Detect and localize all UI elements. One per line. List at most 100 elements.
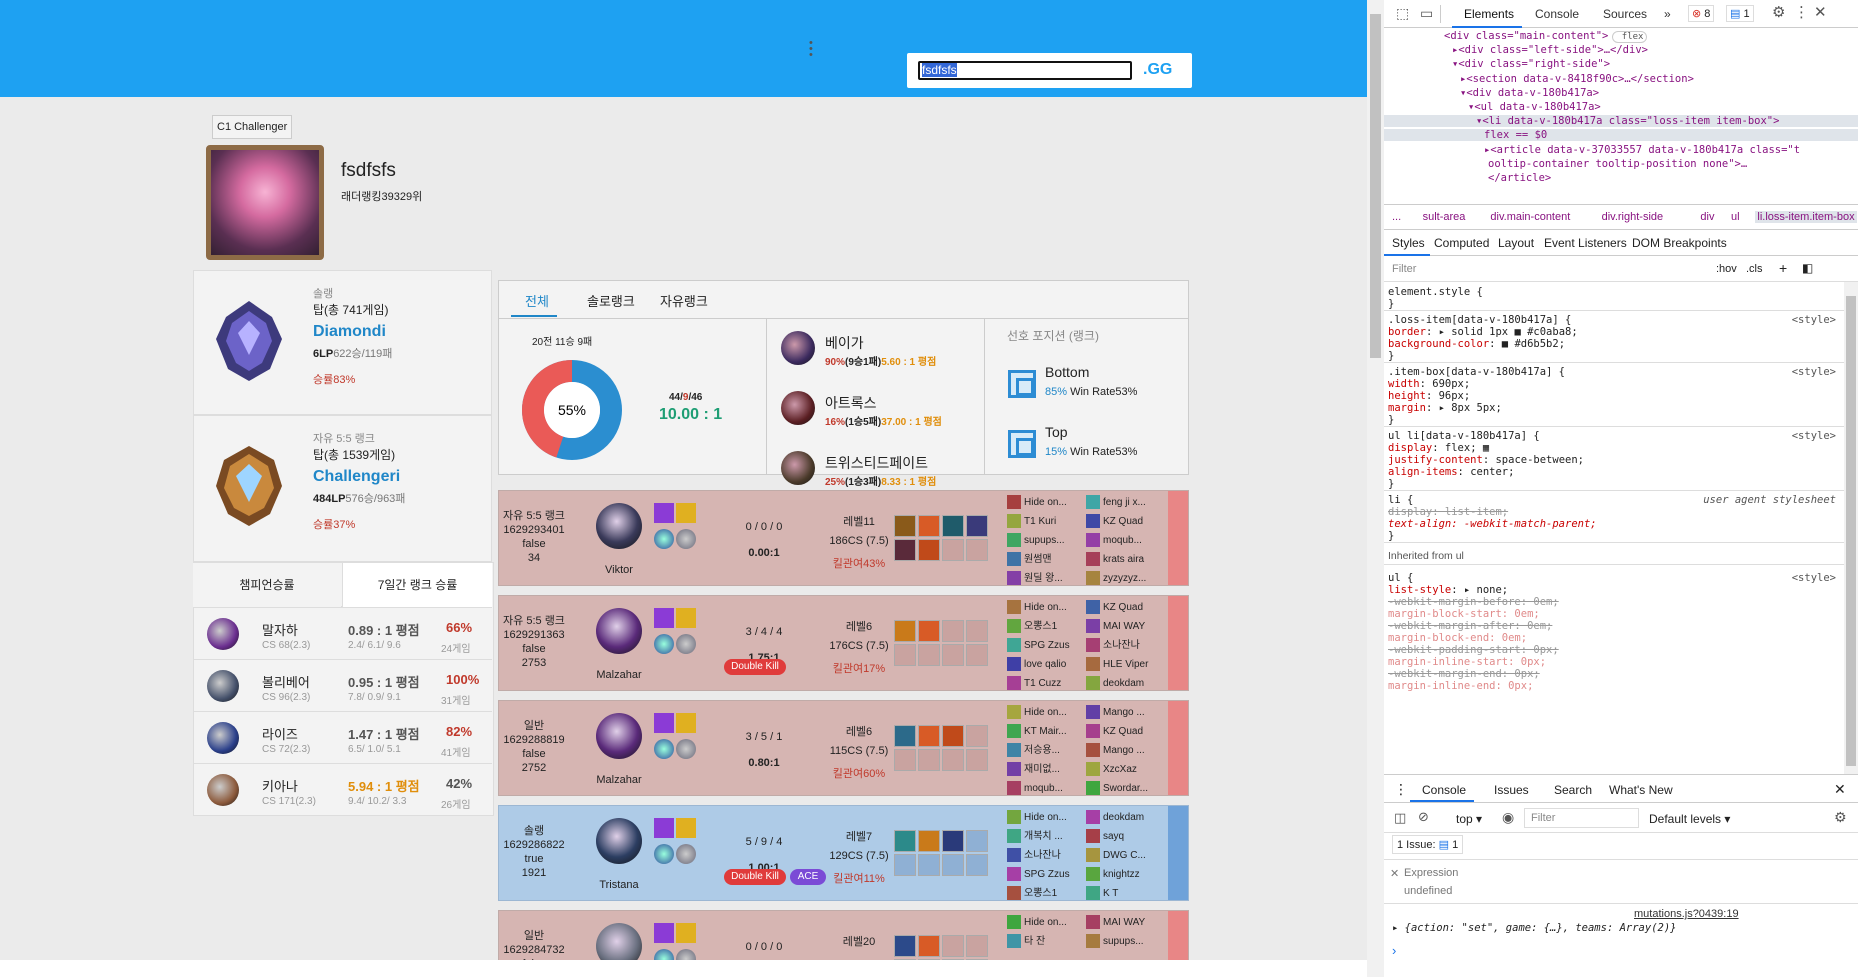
match-item[interactable]: 자유 5:5 랭크 1629291363 false 2753 Malzahar 3 …	[498, 595, 1189, 691]
css-rule-line[interactable]: margin-inline-start: 0px;	[1388, 656, 1546, 668]
styles-filter-input[interactable]: Filter	[1392, 263, 1416, 275]
console-prompt-icon[interactable]: ›	[1392, 943, 1396, 958]
breadcrumb-item[interactable]: div.main-content	[1490, 211, 1570, 223]
match-item[interactable]: 일반1629284732false 0 / 0 / 0 레벨20 Hide on…	[498, 910, 1189, 960]
settings-gear-icon[interactable]: ⚙	[1772, 3, 1785, 21]
player-name[interactable]: Hide on...	[1007, 493, 1091, 512]
player-name[interactable]: Hide on...	[1007, 808, 1091, 827]
player-name[interactable]: knightzz	[1086, 865, 1170, 884]
dom-node-line[interactable]: ▾<ul data-v-180b417a>	[1468, 101, 1601, 113]
dom-node-line[interactable]: ▾<div class="right-side">	[1452, 58, 1610, 70]
toggle-sidebar-icon[interactable]: ◧	[1802, 261, 1813, 275]
player-name[interactable]: 소나잔나	[1007, 846, 1091, 865]
css-rule-line[interactable]: height: 96px;	[1388, 390, 1470, 402]
css-rule-line[interactable]: ul li[data-v-180b417a] {	[1388, 430, 1540, 442]
styles-tab[interactable]: Computed	[1434, 236, 1489, 250]
css-source-link[interactable]: <style>	[1792, 572, 1836, 584]
player-name[interactable]: SPG Zzus	[1007, 636, 1091, 655]
drawer-tab-search[interactable]: Search	[1554, 783, 1592, 797]
css-source-link[interactable]: <style>	[1792, 430, 1836, 442]
remove-expression-icon[interactable]: ✕	[1390, 867, 1399, 880]
error-count-badge[interactable]: ⊗ 8	[1688, 5, 1715, 22]
css-source-link[interactable]: <style>	[1792, 366, 1836, 378]
player-name[interactable]: 소나잔나	[1086, 636, 1170, 655]
default-levels-dropdown[interactable]: Default levels ▾	[1649, 812, 1730, 826]
css-rule-line[interactable]: margin-block-end: 0em;	[1388, 632, 1527, 644]
tab-champion-winrate[interactable]: 챔피언승률	[193, 563, 341, 607]
dom-node-line[interactable]: ▸<article data-v-37033557 data-v-180b417…	[1484, 144, 1800, 156]
vertical-scroll-thumb[interactable]	[1370, 14, 1381, 358]
player-name[interactable]: HLE Viper	[1086, 655, 1170, 674]
css-rule-line[interactable]: .loss-item[data-v-180b417a] {	[1388, 314, 1571, 326]
new-rule-icon[interactable]: +	[1779, 260, 1787, 276]
css-rule-line[interactable]: .item-box[data-v-180b417a] {	[1388, 366, 1565, 378]
player-name[interactable]: 오뽕스1	[1007, 884, 1091, 903]
tab-all[interactable]: 전체	[525, 291, 549, 310]
dom-node-line[interactable]: </article>	[1488, 172, 1551, 184]
dom-node-line[interactable]: ooltip-container tooltip-position none">…	[1488, 158, 1747, 170]
player-name[interactable]: K T	[1086, 884, 1170, 903]
css-rule-line[interactable]: }	[1388, 478, 1394, 490]
player-name[interactable]: KZ Quad	[1086, 512, 1170, 531]
drawer-tab-whats-new[interactable]: What's New	[1609, 783, 1673, 797]
player-name[interactable]: Mango ...	[1086, 703, 1170, 722]
css-rule-line[interactable]: -webkit-margin-end: 0px;	[1388, 668, 1540, 680]
css-rule-line[interactable]: li {	[1388, 494, 1413, 506]
cls-toggle[interactable]: .cls	[1746, 263, 1763, 275]
player-name[interactable]: KT Mair...	[1007, 722, 1091, 741]
player-name[interactable]: T1 Kuri	[1007, 512, 1091, 531]
context-selector[interactable]: top ▾	[1456, 812, 1482, 826]
player-name[interactable]: KZ Quad	[1086, 722, 1170, 741]
breadcrumb-item[interactable]: sult-area	[1423, 211, 1466, 223]
player-name[interactable]: 원썸맨	[1007, 550, 1091, 569]
breadcrumb-item[interactable]: div	[1700, 211, 1714, 223]
champion-row[interactable]: 라이즈 CS 72(2.3) 1.47 : 1 평점 6.5/ 1.0/ 5.1…	[193, 711, 492, 763]
device-toggle-icon[interactable]: ▭	[1420, 5, 1433, 22]
css-rule-line[interactable]: }	[1388, 350, 1394, 362]
player-name[interactable]: deokdam	[1086, 808, 1170, 827]
css-rule-line[interactable]: margin-inline-end: 0px;	[1388, 680, 1533, 692]
tab-elements[interactable]: Elements	[1464, 7, 1514, 21]
styles-tab[interactable]: DOM Breakpoints	[1632, 236, 1727, 250]
search-input[interactable]: fsdfsfs	[918, 61, 1132, 80]
dom-node-line[interactable]: ▾<li data-v-180b417a class="loss-item it…	[1384, 115, 1858, 128]
css-rule-line[interactable]: Inherited from ul	[1388, 550, 1464, 562]
dom-node-line[interactable]: flex == $0	[1384, 129, 1858, 142]
player-name[interactable]: Hide on...	[1007, 703, 1091, 722]
player-name[interactable]: 원딜 왕...	[1007, 569, 1091, 588]
css-rule-line[interactable]: margin: ▸ 8px 5px;	[1388, 402, 1502, 414]
css-rule-line[interactable]: margin-block-start: 0em;	[1388, 608, 1540, 620]
gg-search-button[interactable]: .GG	[1143, 61, 1172, 79]
css-rule-line[interactable]: align-items: center;	[1388, 466, 1514, 478]
player-name[interactable]: 오뽕스1	[1007, 617, 1091, 636]
player-name[interactable]: Swordar...	[1086, 779, 1170, 798]
source-link[interactable]: mutations.js?0439:19	[1634, 908, 1739, 920]
sidebar-toggle-icon[interactable]: ◫	[1394, 810, 1406, 826]
css-rule-line[interactable]: background-color: ■ #d6b5b2;	[1388, 338, 1565, 350]
player-name[interactable]: MAI WAY	[1086, 913, 1170, 932]
player-name[interactable]: krats aira	[1086, 550, 1170, 569]
tab-console[interactable]: Console	[1535, 7, 1579, 21]
player-name[interactable]: XzcXaz	[1086, 760, 1170, 779]
css-rule-line[interactable]: display: list-item;	[1388, 506, 1508, 518]
css-rule-line[interactable]: justify-content: space-between;	[1388, 454, 1584, 466]
tab-solo-rank[interactable]: 솔로랭크	[587, 291, 635, 310]
champion-row[interactable]: 말자하 CS 68(2.3) 0.89 : 1 평점 2.4/ 6.1/ 9.6…	[193, 607, 492, 659]
css-rule-line[interactable]: }	[1388, 298, 1394, 310]
css-rule-line[interactable]: width: 690px;	[1388, 378, 1470, 390]
dom-node-line[interactable]: <div class="main-content"> flex	[1444, 30, 1648, 43]
drawer-tab-console[interactable]: Console	[1422, 783, 1466, 797]
player-name[interactable]: KZ Quad	[1086, 598, 1170, 617]
css-rule-line[interactable]: border: ▸ solid 1px ■ #c0aba8;	[1388, 326, 1578, 338]
match-result-stripe[interactable]	[1168, 491, 1188, 585]
match-item[interactable]: 솔랭 1629286822 true 1921 Tristana 5 / 9 / 4 …	[498, 805, 1189, 901]
dom-node-line[interactable]: ▸<div class="left-side">…</div>	[1452, 44, 1648, 56]
issues-count-badge[interactable]: ▤ 1	[1726, 5, 1754, 22]
css-rule-line[interactable]: display: flex; ▦	[1388, 442, 1489, 454]
match-result-stripe[interactable]	[1168, 911, 1188, 960]
drawer-tab-issues[interactable]: Issues	[1494, 783, 1529, 797]
dom-node-line[interactable]: ▾<div data-v-180b417a>	[1460, 87, 1599, 99]
player-name[interactable]: feng ji x...	[1086, 493, 1170, 512]
breadcrumb-item[interactable]: li.loss-item.item-box	[1755, 211, 1857, 223]
css-rule-line[interactable]: element.style {	[1388, 286, 1483, 298]
